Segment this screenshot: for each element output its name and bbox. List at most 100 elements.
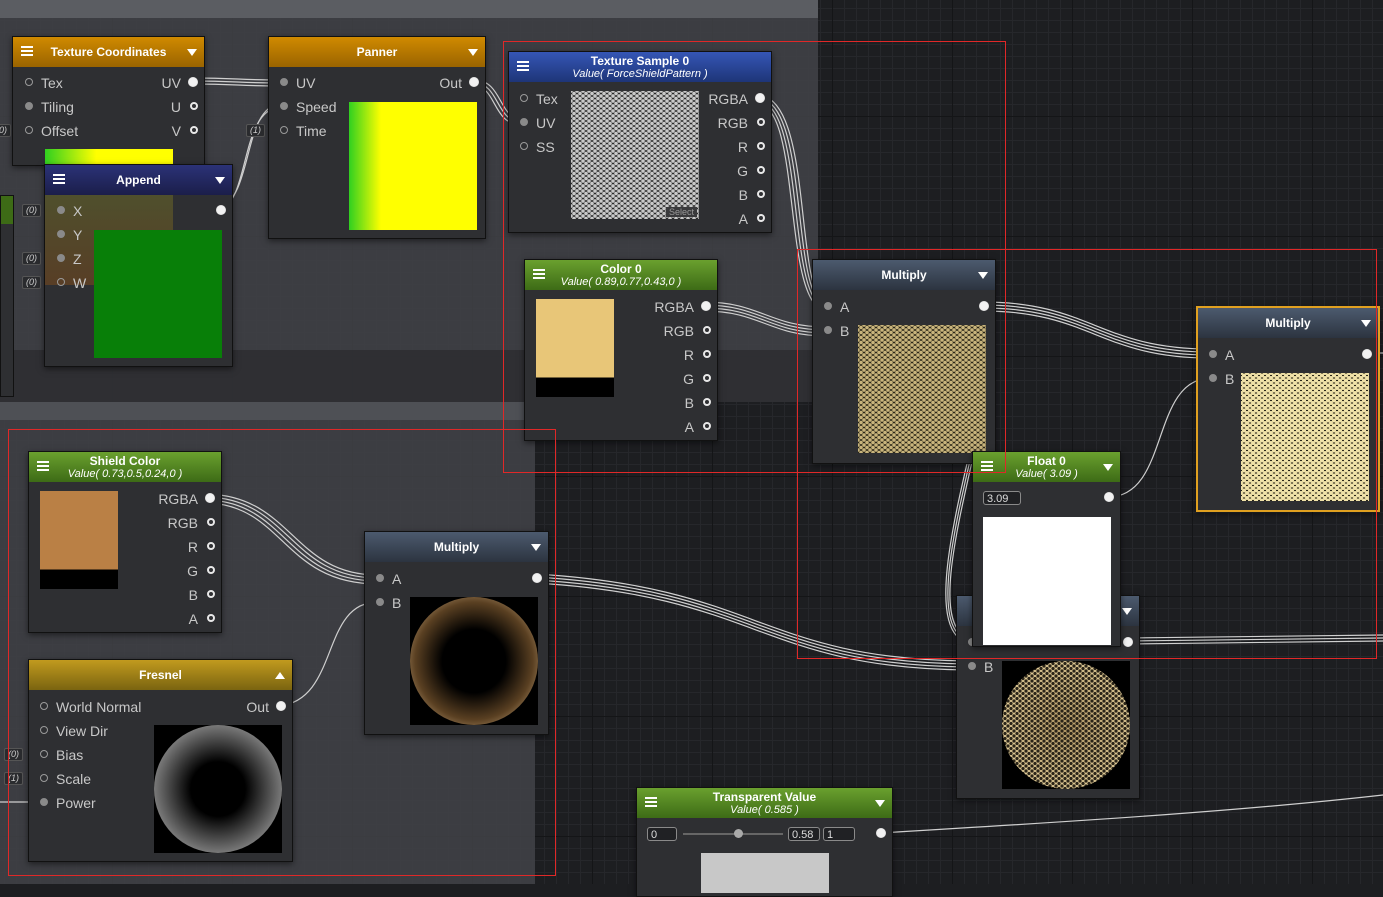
node-multiply-2[interactable]: Multiply A B (1196, 306, 1380, 512)
comment-group-bottom-header[interactable] (0, 402, 535, 420)
port-icon[interactable] (25, 78, 33, 86)
port-icon[interactable] (757, 166, 765, 174)
port-icon[interactable] (57, 254, 65, 262)
port-icon[interactable] (755, 93, 765, 103)
select-texture-button[interactable]: Select (665, 207, 697, 217)
output-port-out[interactable]: Out (246, 698, 286, 716)
port-icon[interactable] (57, 206, 65, 214)
port-icon[interactable] (280, 126, 288, 134)
node-float[interactable]: Float 0 Value( 3.09 ) 3.09 (972, 451, 1121, 647)
output-port-b[interactable]: B (739, 186, 765, 204)
input-port-speed[interactable]: Speed (280, 98, 336, 116)
port-icon[interactable] (824, 302, 832, 310)
port-icon[interactable] (205, 493, 215, 503)
port-icon[interactable] (757, 142, 765, 150)
output-port-rgba[interactable]: RGBA (654, 298, 711, 316)
port-icon[interactable] (25, 102, 33, 110)
chevron-down-icon[interactable] (1361, 320, 1371, 327)
output-port-v[interactable]: V (172, 122, 198, 140)
input-port-x[interactable]: X (57, 202, 82, 220)
port-icon[interactable] (40, 750, 48, 758)
output-port[interactable] (209, 202, 226, 220)
slider-min-field[interactable]: 0 (647, 827, 677, 841)
node-multiply-1[interactable]: Multiply A B (812, 259, 996, 464)
port-icon[interactable] (757, 190, 765, 198)
input-port-b[interactable]: B (1209, 370, 1234, 388)
input-port-tiling[interactable]: Tiling (25, 98, 74, 116)
output-port[interactable] (1097, 489, 1114, 507)
node-header[interactable]: Panner (269, 37, 485, 67)
port-icon[interactable] (40, 726, 48, 734)
chevron-down-icon[interactable] (531, 544, 541, 551)
port-icon[interactable] (701, 301, 711, 311)
port-icon[interactable] (190, 126, 198, 134)
output-port[interactable] (972, 298, 989, 316)
node-multiply-3[interactable]: Multiply A B (364, 531, 549, 735)
port-icon[interactable] (1209, 374, 1217, 382)
float-value-field[interactable]: 3.09 (983, 491, 1021, 505)
port-icon[interactable] (1209, 350, 1217, 358)
output-port-u[interactable]: U (171, 98, 198, 116)
chevron-down-icon[interactable] (1103, 464, 1113, 471)
value-slider-thumb[interactable] (734, 829, 743, 838)
node-texture-sample[interactable]: Texture Sample 0 Value( ForceShieldPatter… (508, 51, 772, 233)
port-icon[interactable] (207, 590, 215, 598)
input-port-time[interactable]: Time (280, 122, 327, 140)
input-port-world-normal[interactable]: World Normal (40, 698, 141, 716)
output-port-rgb[interactable]: RGB (168, 514, 215, 532)
menu-icon[interactable] (37, 461, 49, 471)
node-header[interactable]: Texture Coordinates (13, 37, 204, 67)
port-icon[interactable] (40, 702, 48, 710)
port-icon[interactable] (979, 301, 989, 311)
port-icon[interactable] (1123, 637, 1133, 647)
input-port-scale[interactable]: Scale (40, 770, 91, 788)
port-icon[interactable] (207, 614, 215, 622)
output-port-b[interactable]: B (685, 394, 711, 412)
port-icon[interactable] (216, 205, 226, 215)
output-port-b[interactable]: B (189, 586, 215, 604)
port-icon[interactable] (40, 798, 48, 806)
output-port-r[interactable]: R (738, 138, 765, 156)
node-color[interactable]: Color 0 Value( 0.89,0.77,0.43,0 ) RGBA RG… (524, 259, 718, 441)
chevron-up-icon[interactable] (275, 672, 285, 679)
port-icon[interactable] (188, 77, 198, 87)
output-port-r[interactable]: R (684, 346, 711, 364)
port-icon[interactable] (520, 94, 528, 102)
chevron-down-icon[interactable] (215, 177, 225, 184)
input-port-uv[interactable]: UV (520, 114, 555, 132)
port-icon[interactable] (757, 214, 765, 222)
output-port-uv[interactable]: UV (162, 74, 198, 92)
port-icon[interactable] (824, 326, 832, 334)
node-header[interactable]: Multiply (365, 532, 548, 562)
port-icon[interactable] (703, 398, 711, 406)
menu-icon[interactable] (981, 461, 993, 471)
port-icon[interactable] (376, 598, 384, 606)
input-port-a[interactable]: A (376, 570, 401, 588)
port-icon[interactable] (57, 278, 65, 286)
port-icon[interactable] (520, 142, 528, 150)
node-fresnel[interactable]: Fresnel World Normal View Dir Bias Scale… (28, 659, 293, 862)
port-icon[interactable] (207, 542, 215, 550)
color-swatch[interactable] (536, 299, 614, 397)
partial-node-left-edge[interactable] (0, 195, 14, 397)
node-transparent-value[interactable]: Transparent Value Value( 0.585 ) 0 0.58 1 (636, 787, 893, 897)
input-port-y[interactable]: Y (57, 226, 82, 244)
chevron-down-icon[interactable] (978, 272, 988, 279)
input-port-tex[interactable]: Tex (25, 74, 63, 92)
node-header[interactable]: Transparent Value Value( 0.585 ) (637, 788, 892, 818)
port-icon[interactable] (1362, 349, 1372, 359)
input-port-w[interactable]: W (57, 274, 86, 292)
slider-current-field[interactable]: 0.58 (788, 827, 820, 841)
node-append[interactable]: Append X Y Z W (44, 164, 233, 367)
menu-icon[interactable] (21, 46, 33, 56)
chevron-down-icon[interactable] (875, 800, 885, 807)
input-port-offset[interactable]: Offset (25, 122, 78, 140)
output-port-r[interactable]: R (188, 538, 215, 556)
output-port[interactable] (869, 825, 886, 843)
comment-group-top-header[interactable] (0, 0, 818, 18)
value-slider-track[interactable] (683, 833, 783, 835)
menu-icon[interactable] (533, 269, 545, 279)
output-port-g[interactable]: G (737, 162, 765, 180)
port-icon[interactable] (207, 518, 215, 526)
node-panner[interactable]: Panner UV Speed Time Out (268, 36, 486, 239)
